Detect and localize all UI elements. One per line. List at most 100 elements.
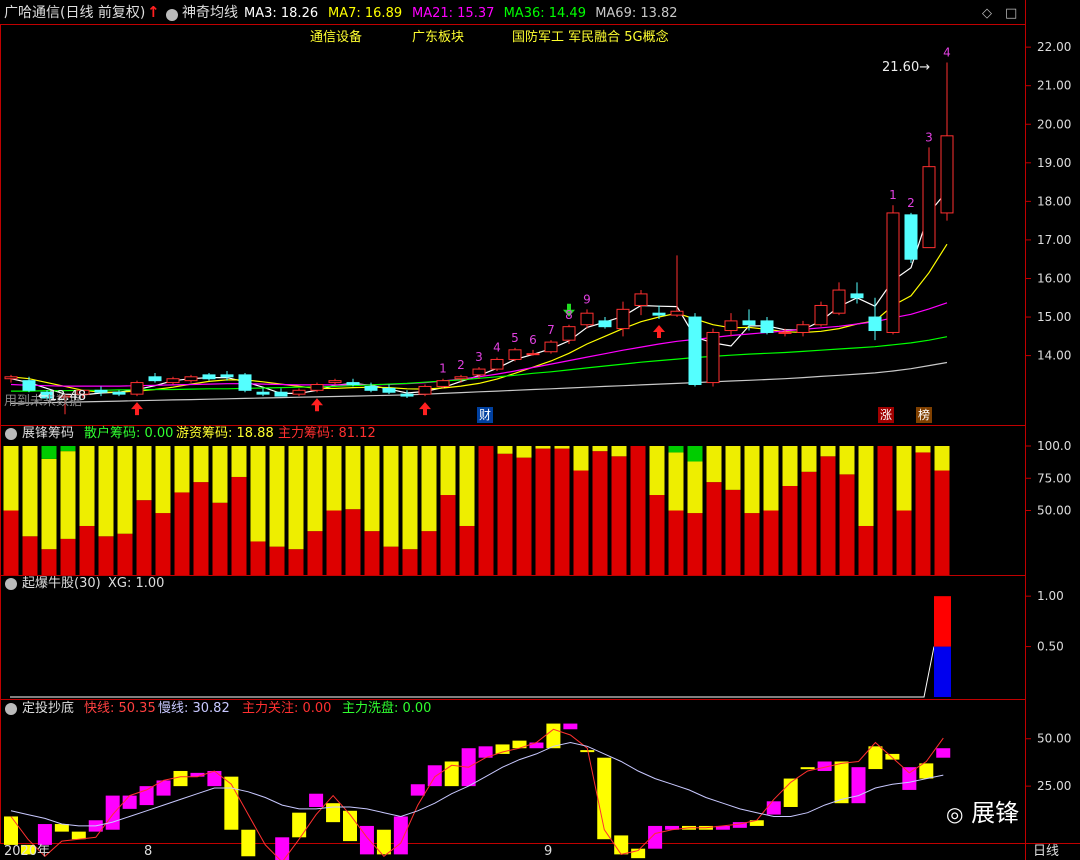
chip-bar-segment xyxy=(383,446,399,547)
chip-bar-segment xyxy=(592,451,608,575)
buy-arrow-icon xyxy=(419,402,431,416)
y-tick-label: 1.00 xyxy=(1037,589,1064,603)
collapse-icon[interactable] xyxy=(5,428,17,440)
indicator-name: 神奇均线 xyxy=(182,5,238,21)
chip-bar-segment xyxy=(535,448,551,575)
chip-bar-segment xyxy=(288,446,304,550)
candle xyxy=(526,353,540,356)
candle xyxy=(742,320,756,326)
candle xyxy=(832,289,846,314)
chip-bar-segment xyxy=(896,510,912,575)
y-tick-label: 14.00 xyxy=(1037,349,1071,363)
collapse-icon[interactable] xyxy=(5,703,17,715)
chip-bar-segment xyxy=(402,446,418,550)
finance-tag[interactable]: 财 xyxy=(477,407,494,423)
candle xyxy=(508,349,522,360)
candle xyxy=(580,312,594,326)
candle xyxy=(418,385,432,395)
chip-bar-segment xyxy=(402,549,418,575)
diamond-icon[interactable]: ◇ xyxy=(982,6,992,22)
chip-bar-segment xyxy=(250,446,266,542)
chip-bar-segment xyxy=(915,452,931,575)
slow-line-value: 慢线: 30.82 xyxy=(158,701,230,716)
high-price-label: 21.60→ xyxy=(882,60,931,75)
candle xyxy=(616,308,630,330)
chip-bar-segment xyxy=(60,446,76,452)
chip-bar-segment xyxy=(193,482,209,575)
count-label: 4 xyxy=(943,46,951,60)
buy-arrow-icon xyxy=(131,402,143,416)
candle xyxy=(346,382,360,386)
chip-bar-segment xyxy=(288,549,304,575)
collapse-icon[interactable] xyxy=(166,9,178,21)
candle xyxy=(778,331,792,334)
candle xyxy=(4,376,18,380)
chip-bar-segment xyxy=(896,446,912,511)
dca-bar xyxy=(919,763,934,779)
chip-bar-segment xyxy=(668,446,684,453)
count-label: 7 xyxy=(547,323,555,337)
candle xyxy=(436,380,450,387)
candle xyxy=(922,166,936,249)
signal-chart xyxy=(10,596,951,698)
rise-tag[interactable]: 涨 xyxy=(878,407,895,423)
y-tick-label: 0.50 xyxy=(1037,640,1064,654)
candle xyxy=(544,341,558,353)
dca-bar xyxy=(868,746,883,770)
ma-legend-item: MA36: 14.49 xyxy=(503,6,586,21)
candle xyxy=(868,316,882,332)
chip-bar-segment xyxy=(858,525,874,575)
collapse-icon[interactable] xyxy=(5,578,17,590)
dca-bar xyxy=(529,742,544,749)
chip-bar-segment xyxy=(212,502,228,575)
chip-bar-segment xyxy=(307,531,323,575)
chip-bar-segment xyxy=(801,471,817,575)
candle xyxy=(454,376,468,380)
candle xyxy=(94,389,108,393)
candle xyxy=(256,391,270,395)
chip-bar-segment xyxy=(592,446,608,452)
candle xyxy=(490,358,504,370)
hot-money-chip-value: 游资筹码: 18.88 xyxy=(176,426,274,441)
candle xyxy=(184,376,198,382)
chip-bar-segment xyxy=(79,446,95,526)
candle xyxy=(598,320,612,328)
dca-bar xyxy=(563,723,578,730)
y-tick-label: 75.00 xyxy=(1037,471,1071,485)
ranking-tag[interactable]: 榜 xyxy=(916,407,933,423)
dca-panel-title: 定投抄底 xyxy=(22,701,75,716)
dca-bar xyxy=(851,767,866,804)
dca-bar xyxy=(427,765,442,787)
candle xyxy=(310,384,324,391)
chip-bar-segment xyxy=(478,446,494,575)
y-tick-label: 17.00 xyxy=(1037,233,1071,247)
chip-bar-segment xyxy=(668,510,684,575)
chip-bar-segment xyxy=(687,446,703,462)
chip-bar-segment xyxy=(839,446,855,475)
y-tick-label: 16.00 xyxy=(1037,271,1071,285)
wechat-icon: ◎ xyxy=(946,802,964,826)
red-arrow-icon: ↑ xyxy=(147,3,160,21)
chip-bar-segment xyxy=(573,446,589,471)
chip-bar-segment xyxy=(801,446,817,472)
y-tick-label: 22.00 xyxy=(1037,40,1071,54)
dca-bar xyxy=(546,723,561,749)
main-panel-frame xyxy=(0,24,1026,426)
chip-bar-segment xyxy=(497,453,513,575)
period-label[interactable]: 日线 xyxy=(1033,844,1059,860)
candle xyxy=(166,378,180,384)
square-icon[interactable]: □ xyxy=(1005,6,1017,22)
count-label: 8 xyxy=(565,308,573,322)
candle xyxy=(292,389,306,395)
dca-bar xyxy=(648,825,663,849)
candle xyxy=(238,374,252,391)
chip-bar-segment xyxy=(630,446,646,575)
signal-line xyxy=(10,646,935,698)
chip-bar-segment xyxy=(763,510,779,575)
candle xyxy=(652,312,666,316)
dca-bar xyxy=(393,816,408,855)
chip-bar-segment xyxy=(269,546,285,575)
chip-bar-segment xyxy=(22,536,38,575)
x-axis-label: 9 xyxy=(544,844,553,859)
high-arrow-icon: → xyxy=(919,60,931,75)
